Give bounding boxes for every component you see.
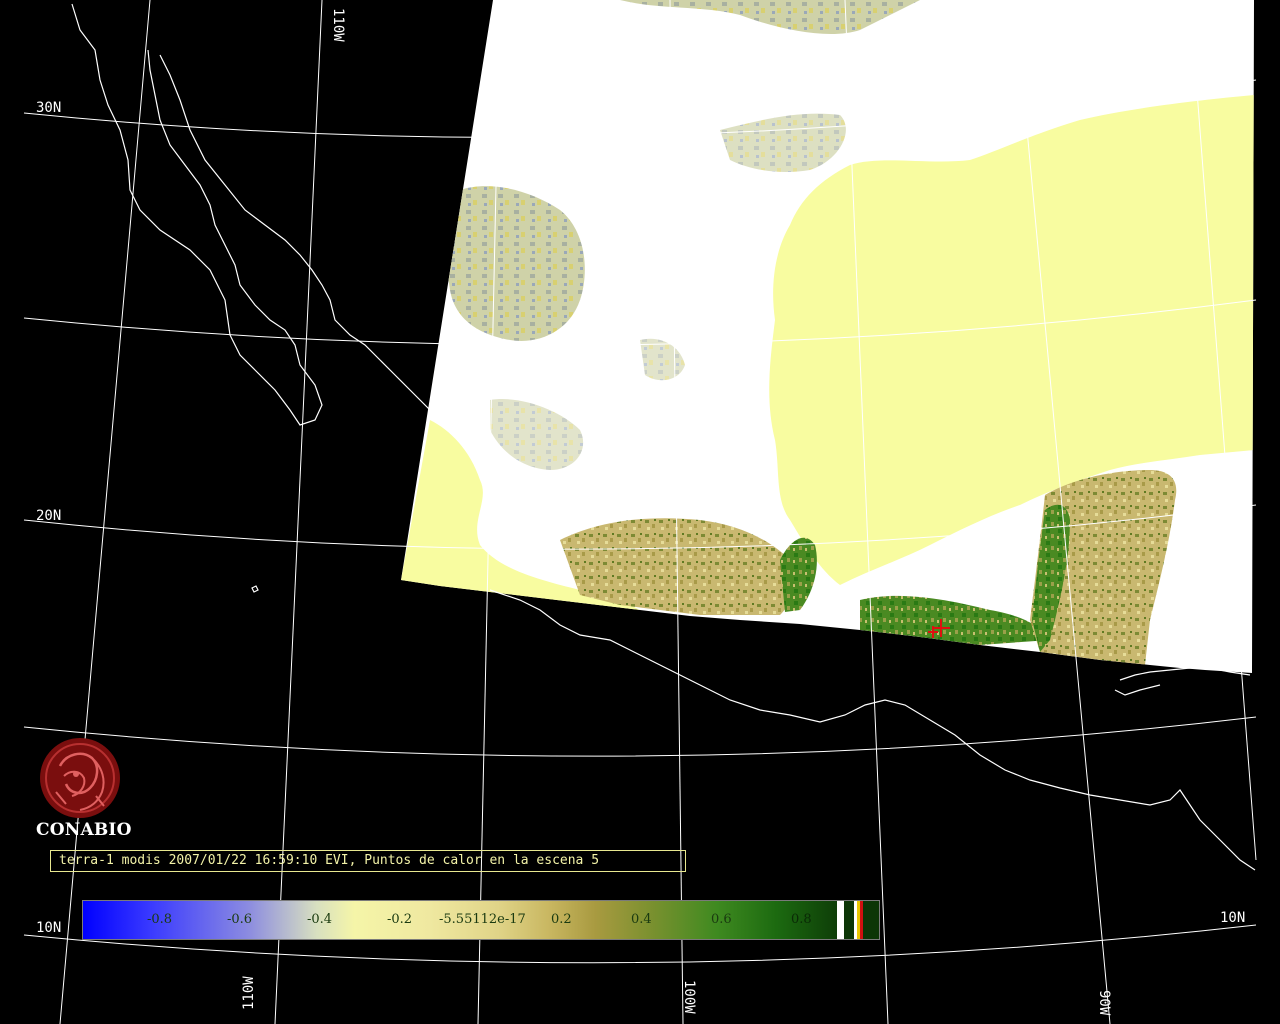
conabio-logo-text: CONABIO: [36, 820, 132, 840]
satellite-scene: [401, 0, 1254, 673]
colorbar-label: 0.8: [791, 912, 812, 927]
caption-text: terra-1 modis 2007/01/22 16:59:10 EVI, P…: [59, 853, 600, 868]
colorbar-label: -0.4: [307, 912, 333, 927]
colorbar-label: 0.6: [711, 912, 732, 927]
label-10n-right: 10N: [1220, 910, 1245, 926]
label-20n-right: 20N: [1220, 501, 1245, 517]
colorbar-label: -0.8: [147, 912, 173, 927]
label-20n-left: 20N: [36, 508, 61, 524]
colorbar-stripe-dark: [846, 901, 852, 939]
scene-caption: terra-1 modis 2007/01/22 16:59:10 EVI, P…: [50, 850, 686, 872]
colorbar-label: 0.2: [551, 912, 572, 927]
parallel-15n: [23, 716, 1257, 757]
sonora-coast: [159, 54, 436, 416]
label-10n-left: 10N: [36, 920, 61, 936]
yucatan-coast: [1114, 667, 1251, 696]
label-110w-top: 110W: [330, 8, 346, 42]
colorbar-label: -0.2: [387, 912, 413, 927]
label-90w-bottom: 90W: [1096, 990, 1112, 1016]
clipperton-island: [251, 585, 259, 593]
colorbar-label: 0.4: [631, 912, 652, 927]
baja-california-coast: [71, 3, 323, 426]
label-30n: 30N: [36, 100, 61, 116]
label-110w-bottom: 110W: [241, 976, 257, 1010]
colorbar-label: -0.6: [227, 912, 253, 927]
colorbar-stripe-red: [860, 901, 863, 939]
label-100w-bottom: 100W: [681, 980, 697, 1014]
evi-colorbar: -0.8 -0.6 -0.4 -0.2 -5.55112e-17 0.2 0.4…: [82, 900, 880, 940]
colorbar-label: -5.55112e-17: [439, 912, 526, 927]
colorbar-stripe-white: [837, 901, 844, 939]
map-viewer: 30N 20N 20N 10N 10N 110W 110W 100W 90W C…: [0, 0, 1280, 1024]
